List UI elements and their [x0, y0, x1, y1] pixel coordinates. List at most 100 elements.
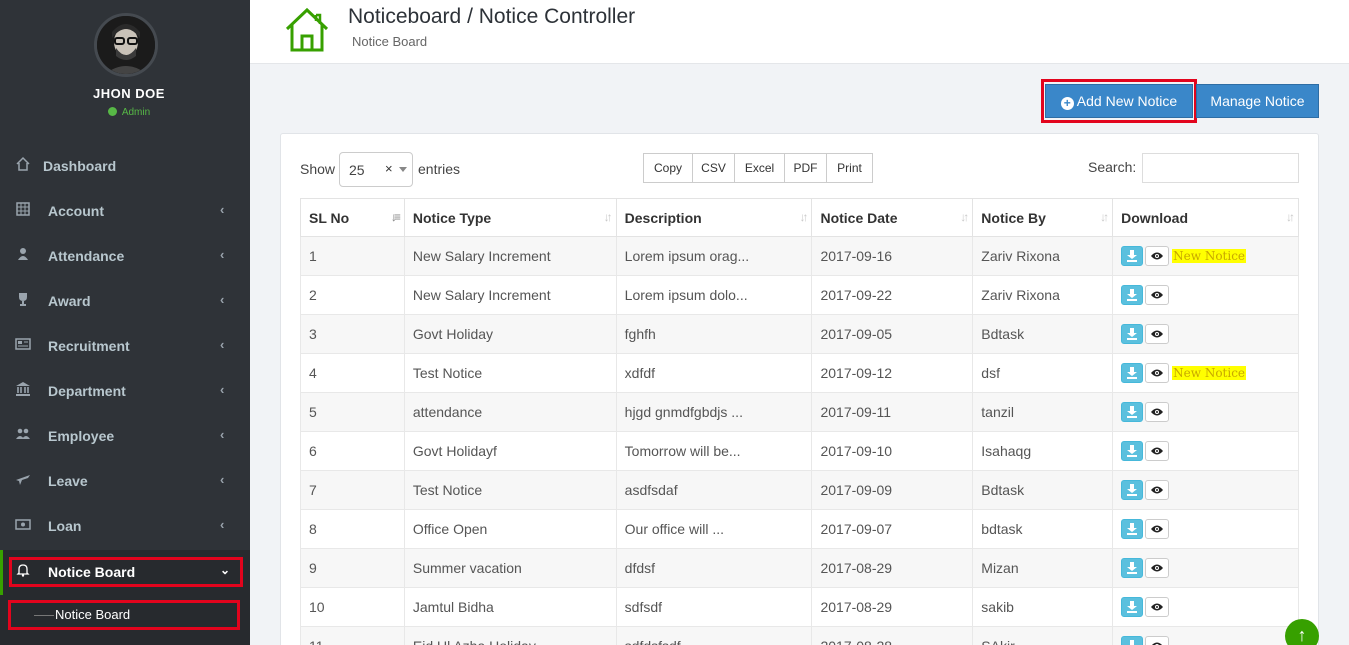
copy-button[interactable]: Copy — [643, 153, 693, 183]
manage-notice-button[interactable]: Manage Notice — [1196, 84, 1319, 118]
page-title: Noticeboard / Notice Controller — [348, 5, 636, 28]
sidebar-item-label: Dashboard — [43, 158, 117, 174]
sidebar-item-award[interactable]: Award ‹ — [0, 279, 250, 324]
eye-icon — [1151, 369, 1164, 377]
bank-icon — [14, 381, 32, 399]
cell-notice-by: Zariv Rixona — [972, 236, 1114, 276]
download-icon — [1127, 601, 1138, 613]
sidebar-item-label: Account — [48, 203, 104, 219]
download-button[interactable] — [1121, 597, 1144, 617]
home-icon — [285, 7, 329, 52]
cell-description: Lorem ipsum dolo... — [615, 275, 813, 315]
download-button[interactable] — [1121, 246, 1144, 266]
eye-icon — [1151, 447, 1164, 455]
download-button[interactable] — [1121, 363, 1144, 383]
chevron-left-icon: ‹ — [220, 472, 225, 487]
column-header-notice-type[interactable]: Notice Type ↓↑ — [403, 198, 617, 237]
download-button[interactable] — [1121, 636, 1144, 645]
cell-notice-by: sakib — [972, 587, 1114, 627]
view-button[interactable] — [1145, 402, 1170, 422]
sidebar-item-employee[interactable]: Employee ‹ — [0, 414, 250, 459]
print-button[interactable]: Print — [826, 153, 873, 183]
sidebar-item-department[interactable]: Department ‹ — [0, 369, 250, 414]
download-icon — [1127, 523, 1138, 535]
money-icon — [14, 516, 32, 534]
column-header-sl-no[interactable]: SL No ↓≡ — [300, 198, 405, 237]
cell-description: Tomorrow will be... — [615, 431, 813, 471]
download-icon — [1127, 445, 1138, 457]
sidebar-item-label: Award — [48, 293, 91, 309]
download-icon — [1127, 562, 1138, 574]
cell-description: fghfh — [615, 314, 813, 354]
cell-sl-no: 10 — [300, 587, 405, 627]
cell-notice-date: 2017-09-05 — [811, 314, 974, 354]
page-length-select[interactable]: 25 × — [339, 152, 413, 187]
download-button[interactable] — [1121, 324, 1144, 344]
view-button[interactable] — [1145, 324, 1170, 344]
search-input[interactable] — [1142, 153, 1299, 183]
download-button[interactable] — [1121, 480, 1144, 500]
sort-icon: ↓↑ — [799, 210, 808, 224]
pdf-button[interactable]: PDF — [784, 153, 827, 183]
entries-label: entries — [418, 161, 461, 177]
chevron-left-icon: ‹ — [220, 517, 225, 532]
view-button[interactable] — [1145, 246, 1170, 266]
download-button[interactable] — [1121, 285, 1144, 305]
scroll-to-top-button[interactable]: ↑ — [1285, 619, 1319, 645]
avatar — [94, 13, 158, 77]
view-button[interactable] — [1145, 636, 1170, 645]
cell-description: xdfdf — [615, 353, 813, 393]
cell-description: sdfsdf — [615, 587, 813, 627]
table-row: 7 Test Notice asdfsdaf 2017-09-09 Bdtask — [300, 470, 1299, 510]
sidebar-item-dashboard[interactable]: Dashboard — [0, 144, 250, 189]
chevron-left-icon: ‹ — [220, 427, 225, 442]
csv-button[interactable]: CSV — [692, 153, 735, 183]
view-button[interactable] — [1145, 558, 1170, 578]
sidebar-item-leave[interactable]: Leave ‹ — [0, 459, 250, 504]
download-button[interactable] — [1121, 558, 1144, 578]
cell-download — [1112, 314, 1299, 354]
view-button[interactable] — [1145, 441, 1170, 461]
table-row: 8 Office Open Our office will ... 2017-09-0… — [300, 509, 1299, 549]
cell-notice-type: Govt Holiday — [403, 314, 617, 354]
column-header-download[interactable]: Download ↓↑ — [1112, 198, 1299, 237]
download-button[interactable] — [1121, 402, 1144, 422]
highlight-box-add-button — [1041, 79, 1197, 123]
view-button[interactable] — [1145, 480, 1170, 500]
cell-download: New Notice — [1112, 353, 1299, 393]
sidebar-item-label: Loan — [48, 518, 82, 534]
chevron-left-icon: ‹ — [220, 202, 225, 217]
cell-download: New Notice — [1112, 236, 1299, 276]
cell-notice-date: 2017-08-29 — [811, 587, 974, 627]
export-buttons: Copy CSV Excel PDF Print — [643, 153, 873, 183]
sort-icon: ↓↑ — [1100, 210, 1109, 224]
download-icon — [1127, 640, 1138, 645]
sidebar-item-account[interactable]: Account ‹ — [0, 189, 250, 234]
view-button[interactable] — [1145, 519, 1170, 539]
download-button[interactable] — [1121, 441, 1144, 461]
table-row: 11Eid Ul Azha Holidaysdfdsfsdf2017-08-28… — [300, 626, 1299, 645]
view-button[interactable] — [1145, 363, 1170, 383]
clear-icon[interactable]: × — [385, 161, 393, 176]
cell-download — [1112, 470, 1299, 510]
column-header-notice-by[interactable]: Notice By ↓↑ — [972, 198, 1114, 237]
eye-icon — [1152, 642, 1163, 645]
column-header-description[interactable]: Description ↓↑ — [615, 198, 813, 237]
sidebar-item-recruitment[interactable]: Recruitment ‹ — [0, 324, 250, 369]
chevron-left-icon: ‹ — [220, 292, 225, 307]
download-button[interactable] — [1121, 519, 1144, 539]
sort-asc-icon: ↓≡ — [390, 210, 401, 224]
new-notice-badge: New Notice — [1172, 366, 1247, 380]
eye-icon — [1151, 525, 1164, 533]
sidebar-item-attendance[interactable]: Attendance ‹ — [0, 234, 250, 279]
sidebar-item-loan[interactable]: Loan ‹ — [0, 504, 250, 549]
cell-sl-no: 7 — [300, 470, 405, 510]
excel-button[interactable]: Excel — [734, 153, 785, 183]
cell-notice-type: Govt Holidayf — [403, 431, 617, 471]
view-button[interactable] — [1145, 597, 1170, 617]
column-header-notice-date[interactable]: Notice Date ↓↑ — [811, 198, 974, 237]
notice-table: SL No ↓≡ Notice Type ↓↑ Description ↓↑ Noti… — [300, 198, 1299, 645]
eye-icon — [1151, 564, 1164, 572]
cell-sl-no: 11 — [300, 626, 405, 645]
view-button[interactable] — [1145, 285, 1170, 305]
